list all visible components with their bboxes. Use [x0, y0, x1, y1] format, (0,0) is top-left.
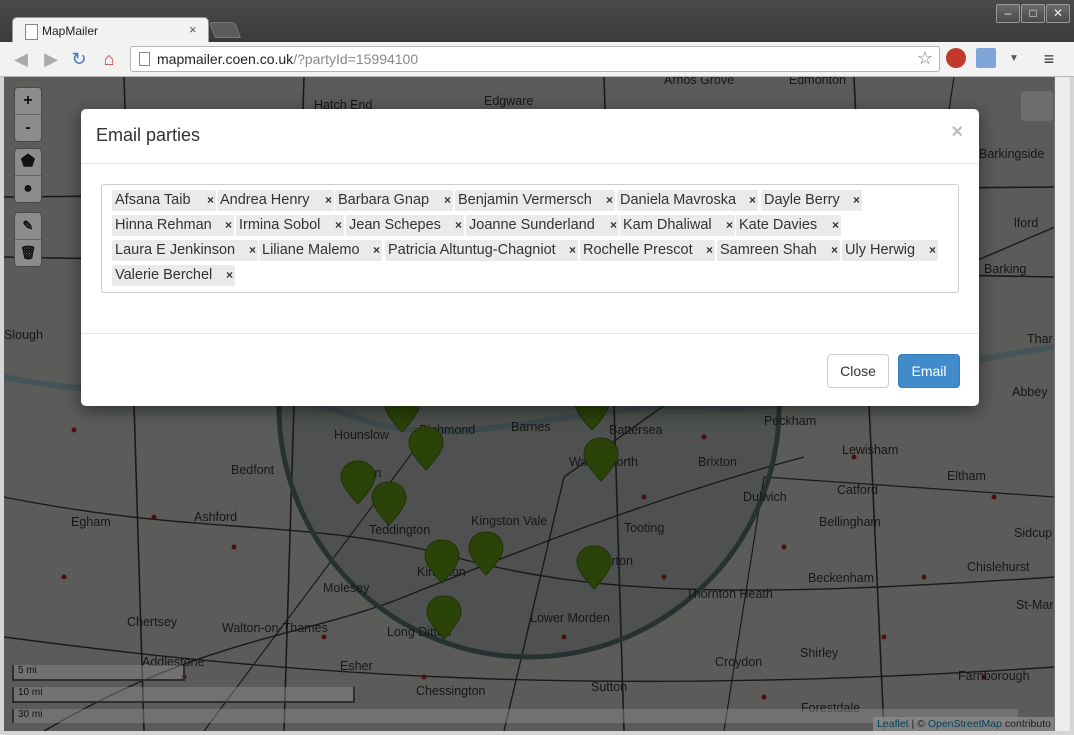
tag-remove-icon[interactable]: ×	[749, 190, 756, 211]
url-text: mapmailer.coen.co.uk/?partyId=15994100	[157, 51, 419, 67]
reload-icon[interactable]: ↻	[68, 48, 90, 70]
recipient-tag: Liliane Malemo ×	[259, 240, 382, 261]
recipient-tag: Jean Schepes ×	[346, 215, 464, 236]
recipient-tag: Uly Herwig ×	[842, 240, 938, 261]
tag-remove-icon[interactable]: ×	[444, 190, 451, 211]
recipient-tag: Kam Dhaliwal ×	[620, 215, 735, 236]
tag-remove-icon[interactable]: ×	[831, 240, 838, 261]
back-icon[interactable]: ◀	[10, 48, 32, 70]
tag-remove-icon[interactable]: ×	[249, 240, 256, 261]
address-bar[interactable]: mapmailer.coen.co.uk/?partyId=15994100 ☆	[130, 46, 940, 72]
recipient-tag: Afsana Taib ×	[112, 190, 216, 211]
tag-remove-icon[interactable]: ×	[569, 240, 576, 261]
recipient-tag: Benjamin Vermersch ×	[455, 190, 615, 211]
menu-icon[interactable]: ≡	[1038, 48, 1060, 70]
recipient-tag: Joanne Sunderland ×	[466, 215, 619, 236]
tag-remove-icon[interactable]: ×	[335, 215, 342, 236]
tag-remove-icon[interactable]: ×	[726, 215, 733, 236]
tag-remove-icon[interactable]: ×	[225, 215, 232, 236]
recipient-tag: Daniela Mavroska ×	[617, 190, 758, 211]
recipient-tag: Hinna Rehman ×	[112, 215, 234, 236]
recipient-tag: Kate Davies ×	[736, 215, 841, 236]
recipient-tags-input[interactable]: Afsana Taib × Andrea Henry × Barbara Gnap ×…	[101, 184, 959, 293]
recipient-tag: Patricia Altuntug-Chagniot ×	[385, 240, 578, 261]
page-icon	[25, 24, 38, 40]
tag-remove-icon[interactable]: ×	[455, 215, 462, 236]
forward-icon[interactable]: ▶	[40, 48, 62, 70]
tag-remove-icon[interactable]: ×	[226, 265, 233, 286]
recipient-tag: Barbara Gnap ×	[335, 190, 453, 211]
tag-remove-icon[interactable]: ×	[832, 215, 839, 236]
modal-close-icon[interactable]: ×	[951, 121, 963, 144]
tag-remove-icon[interactable]: ×	[706, 240, 713, 261]
browser-toolbar: ◀ ▶ ↻ ⌂ mapmailer.coen.co.uk/?partyId=15…	[0, 42, 1074, 77]
recipient-tag: Valerie Berchel ×	[112, 265, 235, 286]
recipient-tag: Laura E Jenkinson ×	[112, 240, 258, 261]
minimize-button[interactable]: –	[996, 4, 1020, 23]
tab-title: MapMailer	[42, 24, 99, 38]
tab-mapmailer[interactable]: MapMailer ×	[12, 17, 209, 45]
email-parties-modal: Email parties × Afsana Taib × Andrea Henr…	[81, 109, 979, 406]
maximize-button[interactable]: □	[1021, 4, 1045, 23]
browser-window: MapMailer × – □ ✕ ◀ ▶ ↻ ⌂ mapmailer.coen…	[0, 0, 1074, 735]
title-bar: MapMailer × – □ ✕	[0, 0, 1074, 45]
tag-remove-icon[interactable]: ×	[606, 190, 613, 211]
email-button[interactable]: Email	[898, 354, 960, 388]
tag-remove-icon[interactable]: ×	[325, 190, 332, 211]
tag-remove-icon[interactable]: ×	[373, 240, 380, 261]
close-window-button[interactable]: ✕	[1046, 4, 1070, 23]
recipient-tag: Andrea Henry ×	[217, 190, 334, 211]
recipient-tag: Samreen Shah ×	[717, 240, 840, 261]
tag-remove-icon[interactable]: ×	[853, 190, 860, 211]
new-tab-button[interactable]	[209, 22, 241, 38]
tab-close-icon[interactable]: ×	[189, 22, 197, 37]
page-icon	[139, 52, 150, 66]
modal-header: Email parties ×	[81, 109, 979, 164]
tag-remove-icon[interactable]: ×	[929, 240, 936, 261]
home-icon[interactable]: ⌂	[98, 48, 120, 70]
scrollbar[interactable]	[1054, 77, 1070, 731]
recipient-tag: Irmina Sobol ×	[236, 215, 344, 236]
tag-remove-icon[interactable]: ×	[207, 190, 214, 211]
recipient-tag: Dayle Berry ×	[761, 190, 862, 211]
recipient-tag: Rochelle Prescot ×	[580, 240, 715, 261]
modal-title: Email parties	[96, 125, 201, 145]
adblock-icon[interactable]	[946, 48, 966, 68]
close-button[interactable]: Close	[827, 354, 889, 388]
bookmark-star-icon[interactable]: ☆	[917, 48, 933, 69]
tag-remove-icon[interactable]: ×	[610, 215, 617, 236]
modal-footer: Close Email	[81, 333, 979, 407]
chevron-down-icon[interactable]: ▼	[1003, 48, 1025, 70]
extension-icon[interactable]	[976, 48, 996, 68]
